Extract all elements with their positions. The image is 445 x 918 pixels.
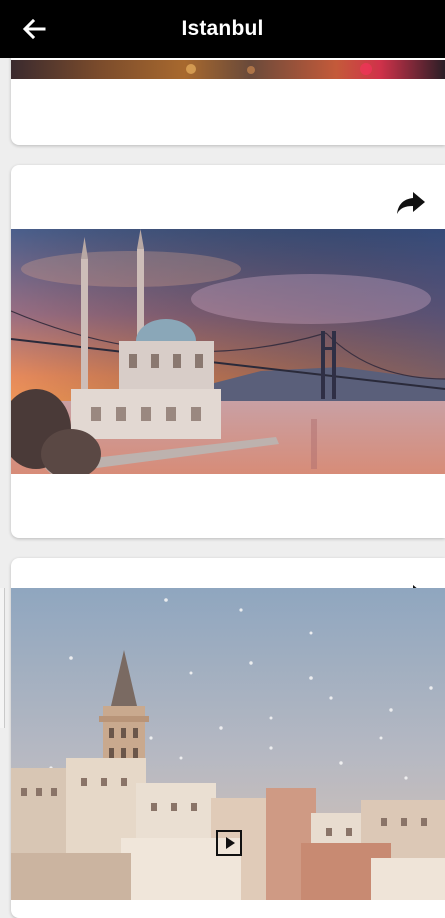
video-play-icon (216, 830, 242, 856)
page-title: Istanbul (181, 17, 264, 40)
photo-image[interactable] (11, 60, 445, 79)
photo-card (11, 165, 445, 538)
photo-card (11, 558, 445, 918)
edge-scroll-indicator[interactable] (0, 588, 5, 728)
photo-image[interactable] (11, 588, 445, 900)
photo-image[interactable] (11, 229, 445, 474)
share-button[interactable] (395, 189, 427, 217)
app-bar: Istanbul (0, 0, 445, 58)
share-arrow-icon (397, 192, 425, 214)
photo-feed[interactable] (0, 0, 445, 918)
video-play-button[interactable] (216, 830, 242, 856)
